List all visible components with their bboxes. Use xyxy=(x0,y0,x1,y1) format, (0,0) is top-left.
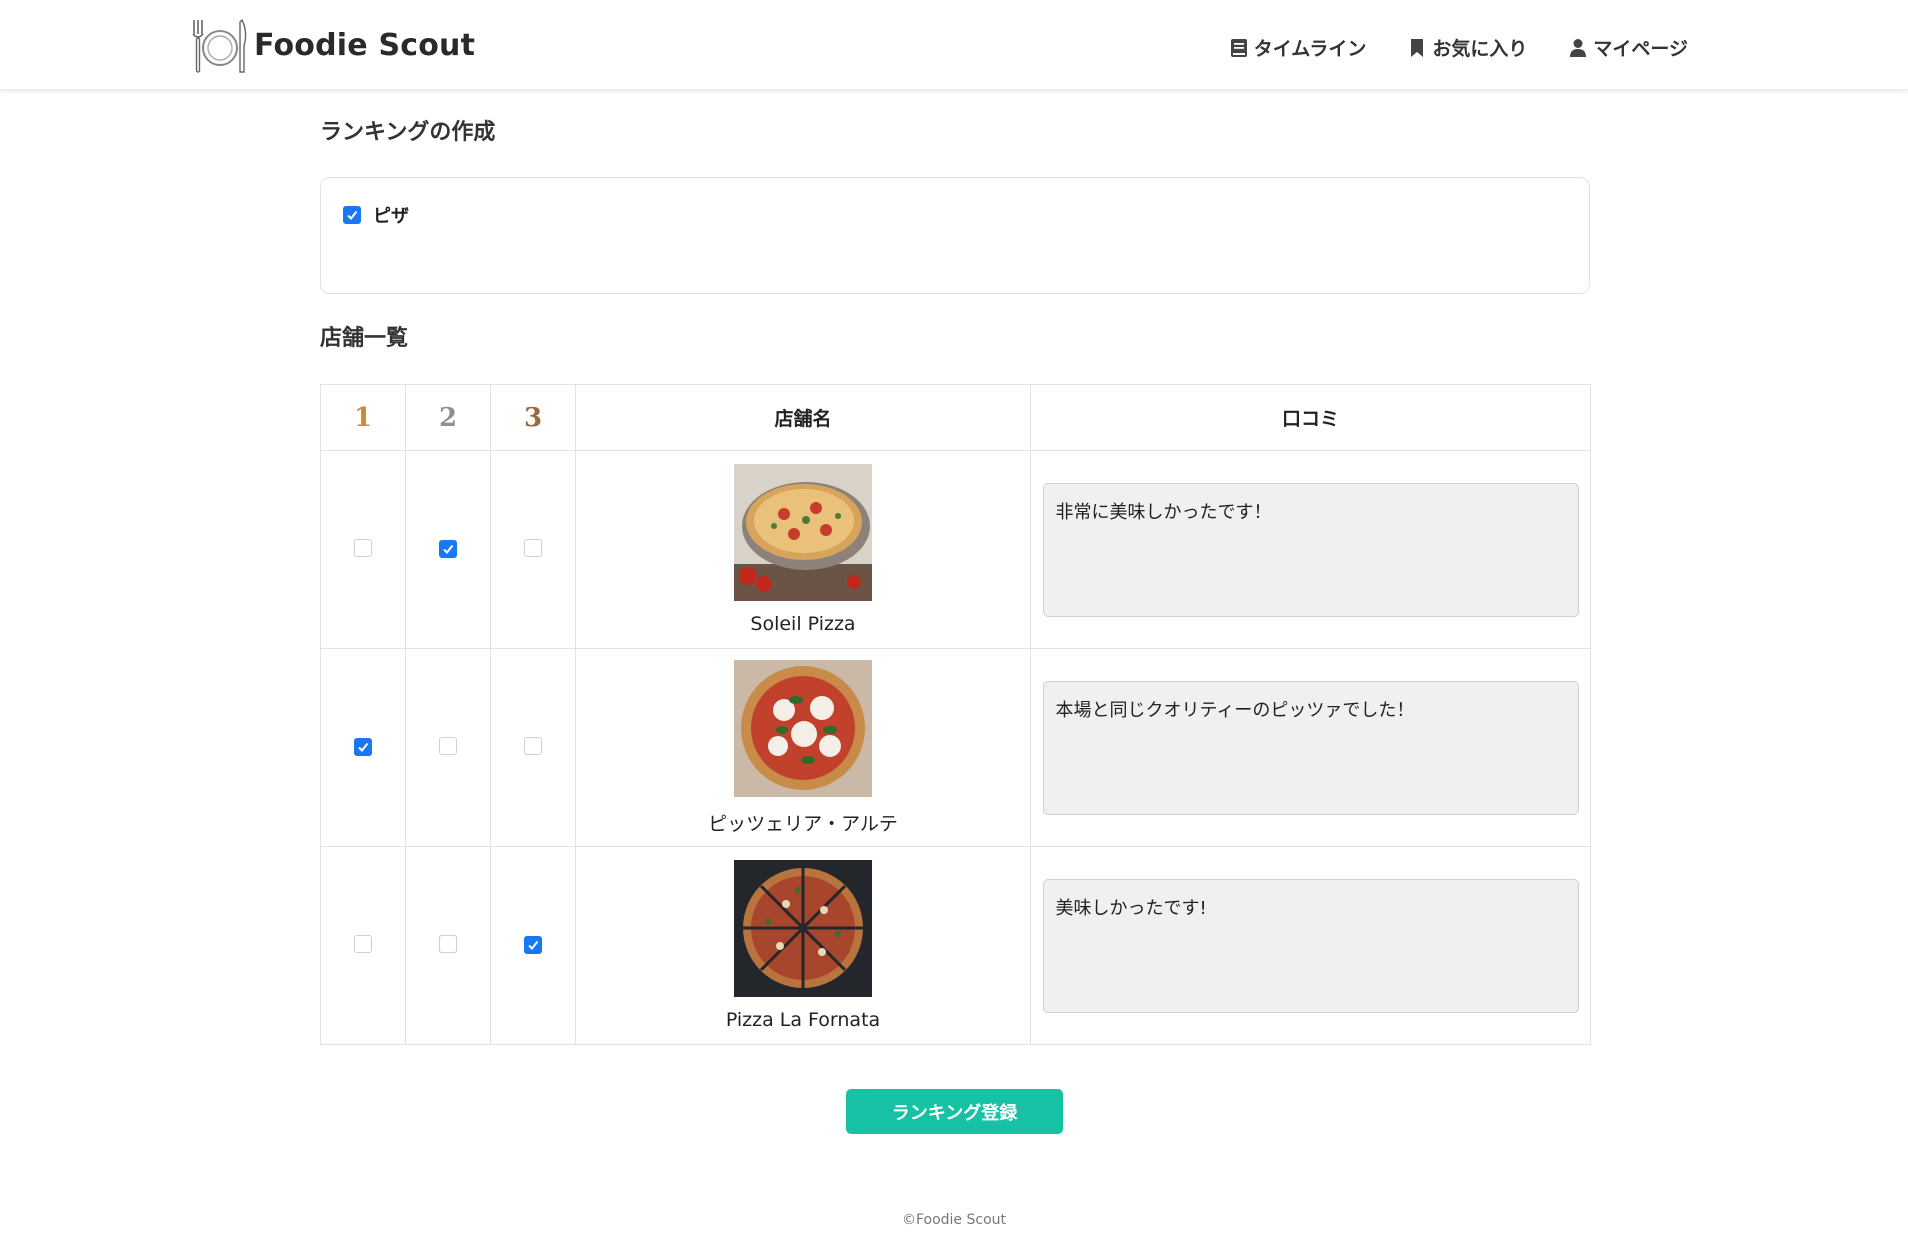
store-table: 1 2 3 店舗名 口コミ Soleil Pizza 非常に美味しかったです！ … xyxy=(320,384,1591,1045)
footer-copyright: ©Foodie Scout xyxy=(901,1212,1007,1228)
review-header: 口コミ xyxy=(1030,384,1591,451)
store-name: Soleil Pizza xyxy=(750,613,856,635)
category-box: ピザ xyxy=(320,177,1590,294)
table-row: Pizza La Fornata 美味しかったです! xyxy=(320,846,1591,1045)
nav-favorites[interactable]: お気に入り xyxy=(1408,34,1527,61)
review-textarea[interactable]: 美味しかったです! xyxy=(1042,878,1579,1013)
rank-1-checkbox[interactable] xyxy=(354,538,372,557)
plate-cutlery-icon xyxy=(192,18,247,73)
check-icon xyxy=(347,210,358,221)
bookmark-icon xyxy=(1411,38,1424,57)
table-row: ピッツェリア・アルテ 本場と同じクオリティーのピッツァでした！ xyxy=(320,648,1591,847)
check-icon xyxy=(443,544,454,555)
store-photo[interactable] xyxy=(734,860,872,997)
review-textarea[interactable]: 非常に美味しかったです！ xyxy=(1042,482,1579,617)
store-list-heading: 店舗一覧 xyxy=(320,326,409,351)
nav-timeline-label: タイムライン xyxy=(1253,38,1367,60)
rank3-header: 3 xyxy=(490,384,576,451)
store-cell: ピッツェリア・アルテ xyxy=(576,659,1030,836)
category-checkbox[interactable] xyxy=(343,206,361,224)
store-photo[interactable] xyxy=(734,464,872,601)
main-nav: タイムライン お気に入り マイページ xyxy=(1230,34,1688,61)
rank-3-checkbox[interactable] xyxy=(524,936,542,954)
rank-1-label: 1 xyxy=(353,402,373,433)
logo[interactable]: Foodie Scout xyxy=(188,16,475,74)
review-textarea[interactable]: 本場と同じクオリティーのピッツァでした！ xyxy=(1042,680,1579,815)
rank-2-checkbox[interactable] xyxy=(439,934,457,953)
table-row: Soleil Pizza 非常に美味しかったです！ xyxy=(320,450,1591,649)
store-name-header: 店舗名 xyxy=(575,384,1031,451)
rank-2-checkbox[interactable] xyxy=(439,540,457,558)
store-cell: Soleil Pizza xyxy=(576,464,1030,635)
rank2-header: 2 xyxy=(405,384,491,451)
store-name: Pizza La Fornata xyxy=(725,1009,881,1031)
store-cell: Pizza La Fornata xyxy=(576,860,1030,1031)
rank-2-label: 2 xyxy=(438,402,458,433)
table-header-row: 1 2 3 店舗名 口コミ xyxy=(320,384,1591,451)
register-ranking-button[interactable]: ランキング登録 xyxy=(846,1089,1063,1134)
rank-1-checkbox[interactable] xyxy=(354,738,372,756)
site-header: Foodie Scout タイムライン お気に入り マイページ xyxy=(0,0,1908,90)
nav-timeline[interactable]: タイムライン xyxy=(1230,34,1367,61)
rank-3-label: 3 xyxy=(523,402,543,433)
category-pizza[interactable]: ピザ xyxy=(343,202,409,228)
ranking-create-heading: ランキングの作成 xyxy=(320,120,496,145)
nav-mypage[interactable]: マイページ xyxy=(1569,34,1688,61)
nav-favorites-label: お気に入り xyxy=(1432,38,1528,60)
store-name: ピッツェリア・アルテ xyxy=(708,812,898,835)
rank-1-checkbox[interactable] xyxy=(354,934,372,953)
category-label: ピザ xyxy=(373,206,409,227)
store-photo[interactable] xyxy=(734,659,872,797)
rank1-header: 1 xyxy=(320,384,406,451)
nav-mypage-label: マイページ xyxy=(1593,38,1688,60)
rank-3-checkbox[interactable] xyxy=(524,538,542,557)
book-icon xyxy=(1230,38,1247,57)
app-name: Foodie Scout xyxy=(254,27,476,63)
check-icon xyxy=(358,742,369,753)
rank-2-checkbox[interactable] xyxy=(439,736,457,755)
rank-3-checkbox[interactable] xyxy=(524,736,542,755)
user-icon xyxy=(1570,38,1587,57)
check-icon xyxy=(528,940,539,951)
